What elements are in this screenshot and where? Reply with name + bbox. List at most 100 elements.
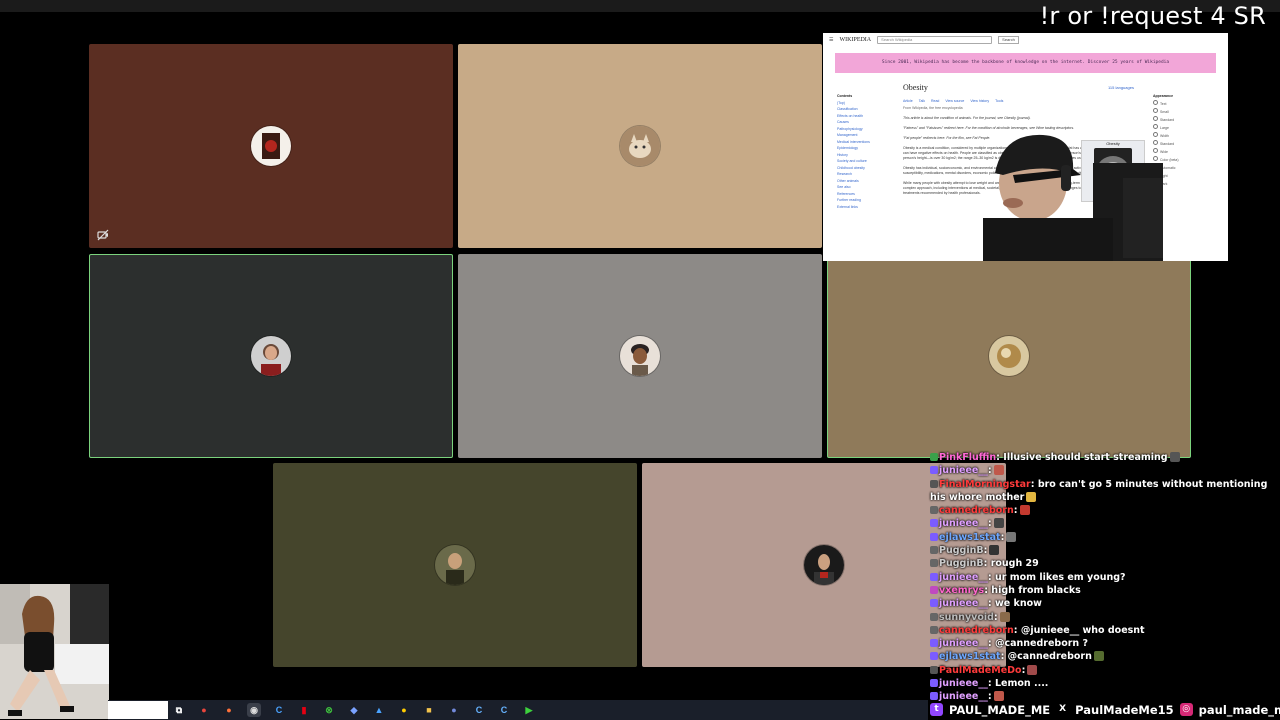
chat-username[interactable]: PugginB [939, 545, 984, 556]
wiki-logo[interactable]: WIKIPEDIA [839, 37, 871, 43]
nintendo-icon[interactable]: ▮ [297, 703, 311, 717]
search-button[interactable]: Search [998, 36, 1019, 44]
article-title: Obesity [903, 83, 928, 92]
search-input[interactable]: Search Wikipedia [877, 36, 993, 44]
chat-username[interactable]: junieee__ [939, 518, 988, 529]
article-tab[interactable]: Article [903, 99, 913, 104]
twitch-icon: t [930, 703, 943, 716]
social-handle: PAUL_MADE_ME [949, 702, 1051, 717]
instagram-icon: ◎ [1179, 703, 1193, 716]
gold-avatar [989, 336, 1029, 376]
chat-text: : Illusive should start streaming [996, 452, 1168, 463]
languages-button[interactable]: 115 languages [1108, 85, 1134, 90]
app-c3-icon[interactable]: C [497, 703, 511, 717]
chat-text: : Lemon .... [987, 678, 1049, 690]
article-tab[interactable]: View history [970, 99, 989, 104]
radio-icon [1153, 108, 1158, 113]
option-label: Small [1160, 110, 1169, 114]
chat-username[interactable]: PugginB [939, 558, 984, 569]
participant-tile[interactable] [827, 254, 1191, 458]
participant-tile[interactable] [89, 254, 453, 458]
chat-emote-icon [1027, 664, 1038, 675]
chat-badge-icon [930, 692, 938, 701]
xbox-icon[interactable]: ⊗ [322, 703, 336, 717]
play-icon[interactable]: ▶ [522, 703, 536, 717]
chat-message: PugginB: [930, 544, 1275, 557]
chat-username[interactable]: vxemrys [939, 585, 984, 596]
article-tab[interactable]: Read [931, 99, 939, 104]
article-tab[interactable]: View source [945, 99, 964, 104]
chat-text: : rough 29 [983, 558, 1039, 570]
appearance-option[interactable]: Small [1153, 108, 1208, 116]
chat-badge-icon [930, 546, 938, 555]
chat-username[interactable]: cannedreborn [939, 505, 1014, 516]
chat-badge-icon [930, 532, 938, 541]
article-tab[interactable]: Talk [919, 99, 925, 104]
chat-username[interactable]: junieee__ [939, 638, 988, 649]
chat-text: : [1000, 531, 1005, 543]
chat-username[interactable]: ejlaws1stat [939, 532, 1001, 543]
x-icon: X [1056, 703, 1070, 716]
chat-username[interactable]: junieee__ [939, 678, 988, 689]
chat-message: junieee__: ur mom likes em young? [930, 571, 1275, 584]
chat-badge-icon [930, 625, 938, 634]
social-handle: paul_made_me [1198, 702, 1280, 717]
from-line: From Wikipedia, the free encyclopedia [903, 106, 963, 110]
app-c2-icon[interactable]: C [472, 703, 486, 717]
chat-text: : [1013, 505, 1018, 517]
chat-badge-icon [930, 585, 938, 594]
sidebar-link[interactable]: External links [837, 204, 887, 211]
chat-message: FinalMorningstar: bro can't go 5 minutes… [930, 478, 1275, 505]
chat-emote-icon [1019, 505, 1030, 516]
obs-icon[interactable]: ◉ [247, 703, 261, 717]
app-c-icon[interactable]: C [272, 703, 286, 717]
song-request-overlay: !r or !request 4 SR [1039, 2, 1266, 30]
chat-badge-icon [930, 559, 938, 568]
chat-message: cannedreborn: @junieee__ who doesnt [930, 624, 1275, 637]
stream-chat: PinkFluffin: Illusive should start strea… [930, 451, 1275, 704]
chat-username[interactable]: PinkFluffin [939, 452, 996, 463]
wiki-banner: Since 2001, Wikipedia has become the bac… [835, 53, 1216, 73]
article-tab[interactable]: Tools [995, 99, 1003, 104]
chat-username[interactable]: PaulMadeMeDo [939, 665, 1022, 676]
participant-tile[interactable] [458, 44, 822, 248]
app-diamond-icon[interactable]: ◆ [347, 703, 361, 717]
taskbar-search-box[interactable] [108, 701, 168, 719]
participant-tile[interactable] [273, 463, 637, 667]
chat-badge-icon [930, 599, 938, 608]
chat-text: : ur mom likes em young? [987, 571, 1126, 583]
wiki-header: ☰ WIKIPEDIA Search Wikipedia Search [823, 33, 1228, 47]
chat-username[interactable]: FinalMorningstar [939, 479, 1031, 490]
chat-username[interactable]: junieee__ [939, 465, 988, 476]
participant-tile[interactable] [89, 44, 453, 248]
chat-emote-icon [989, 545, 1000, 556]
task-view-icon[interactable]: ⧉ [172, 703, 186, 717]
chat-username[interactable]: sunnyvoid [939, 612, 994, 623]
screen-capture-browser: ☰ WIKIPEDIA Search Wikipedia Search Sinc… [823, 33, 1228, 261]
chat-message: sunnyvoid: [930, 611, 1275, 624]
chat-text: : @cannedreborn ? [987, 638, 1089, 650]
chat-username[interactable]: ejlaws1stat [939, 651, 1001, 662]
portrait-avatar [804, 545, 844, 585]
chat-emote-icon [993, 518, 1004, 529]
chat-username[interactable]: junieee__ [939, 598, 988, 609]
chrome-icon[interactable]: ● [197, 703, 211, 717]
guest-webcam [0, 584, 109, 719]
appearance-option[interactable]: Text [1153, 100, 1208, 108]
chat-emote-icon [1169, 452, 1180, 462]
chat-message: cannedreborn: [930, 504, 1275, 517]
radio-icon [1153, 116, 1158, 121]
folder-icon[interactable]: ■ [422, 703, 436, 717]
discord-icon[interactable]: ● [447, 703, 461, 717]
participant-tile[interactable] [458, 254, 822, 458]
app-wing-icon[interactable]: ▲ [372, 703, 386, 717]
chat-username[interactable]: junieee__ [939, 572, 988, 583]
person-avatar [620, 336, 660, 376]
menu-icon[interactable]: ☰ [829, 37, 833, 43]
banner-text: Since 2001, Wikipedia has become the bac… [881, 60, 1170, 65]
chat-username[interactable]: cannedreborn [939, 625, 1014, 636]
app-flame-icon[interactable]: ● [397, 703, 411, 717]
article-tabs: Article Talk Read View source View history To… [903, 99, 1143, 104]
chat-message: ejlaws1stat: [930, 531, 1275, 544]
firefox-icon[interactable]: ● [222, 703, 236, 717]
